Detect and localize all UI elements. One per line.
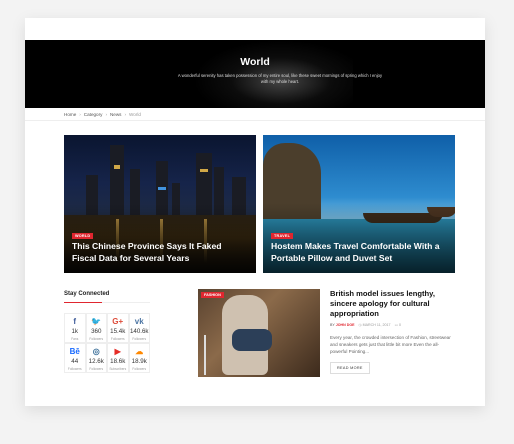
social-count-label: Followers (110, 337, 125, 341)
post-meta: BY JOHN DOE ◷ MARCH 11, 2017 ▭ 0 (330, 323, 454, 327)
social-count-label: Subscribers (109, 367, 127, 371)
social-count: 44 (71, 358, 79, 365)
social-counter-behance[interactable]: Bē 44 Followers (64, 343, 86, 373)
breadcrumb-news[interactable]: News (110, 112, 122, 117)
page-title: World (240, 56, 270, 68)
by-label: BY (330, 323, 335, 327)
comment-icon: ▭ (394, 323, 398, 327)
category-badge[interactable]: FASHION (201, 292, 224, 298)
post-title[interactable]: This Chinese Province Says It Faked Fisc… (72, 241, 248, 264)
social-count: 140.6k (129, 328, 149, 335)
social-count-label: Followers (132, 337, 147, 341)
divider (25, 120, 485, 121)
post-thumbnail[interactable]: FASHION (198, 289, 320, 377)
post-title[interactable]: Hostem Makes Travel Comfortable With a P… (271, 241, 447, 264)
breadcrumb-category[interactable]: Category (84, 112, 103, 117)
featured-post-1[interactable]: WORLD This Chinese Province Says It Fake… (64, 135, 256, 273)
social-counter-youtube[interactable]: ▶ 18.6k Subscribers (107, 343, 129, 373)
post-title[interactable]: British model issues lengthy, sincere ap… (330, 289, 454, 319)
youtube-icon: ▶ (114, 347, 121, 356)
social-count: 12.6k (88, 358, 104, 365)
stay-connected-widget: Stay Connected f 1k Fans 🐦 360 Followers G+ 15.… (64, 291, 150, 373)
social-count: 18.9k (131, 358, 147, 365)
comment-count[interactable]: 0 (399, 323, 401, 327)
post-excerpt: Every year, the crowded intersection of … (330, 335, 451, 354)
widget-title: Stay Connected (64, 291, 150, 303)
social-counter-vk[interactable]: vk 140.6k Followers (128, 313, 150, 343)
category-description: A wonderful serenity has taken possessio… (177, 73, 383, 84)
social-count-label: Fans (71, 337, 79, 341)
social-count: 15.4k (110, 328, 126, 335)
social-count-label: Followers (67, 367, 82, 371)
breadcrumb-current: World (129, 112, 141, 117)
social-count: 360 (91, 328, 102, 335)
vk-icon: vk (134, 317, 144, 326)
breadcrumb-separator-icon: › (105, 112, 107, 117)
category-badge[interactable]: TRAVEL (271, 233, 294, 239)
social-count-label: Followers (89, 337, 104, 341)
social-count: 18.6k (110, 358, 126, 365)
category-hero: World A wonderful serenity has taken pos… (25, 40, 485, 108)
instagram-icon: ◎ (92, 347, 100, 356)
social-counter-instagram[interactable]: ◎ 12.6k Followers (85, 343, 107, 373)
social-counter-facebook[interactable]: f 1k Fans (64, 313, 86, 343)
post-excerpt-block: British model issues lengthy, sincere ap… (330, 289, 454, 374)
read-more-button[interactable]: READ MORE (330, 362, 370, 374)
social-count-label: Followers (89, 367, 104, 371)
googleplus-icon: G+ (112, 317, 124, 326)
breadcrumb: Home › Category › News › World (64, 112, 141, 117)
clock-icon: ◷ (358, 323, 362, 327)
breadcrumb-home[interactable]: Home (64, 112, 76, 117)
social-counter-soundcloud[interactable]: ☁ 18.9k Followers (128, 343, 150, 373)
breadcrumb-separator-icon: › (79, 112, 81, 117)
twitter-icon: 🐦 (91, 317, 102, 326)
soundcloud-icon: ☁ (135, 347, 144, 356)
social-counter-grid: f 1k Fans 🐦 360 Followers G+ 15.4k Followers vk 14… (64, 313, 150, 373)
post-date: MARCH 11, 2017 (362, 323, 391, 327)
facebook-icon: f (73, 317, 77, 326)
featured-post-2[interactable]: TRAVEL Hostem Makes Travel Comfortable W… (263, 135, 455, 273)
social-count-label: Followers (132, 367, 147, 371)
social-counter-googleplus[interactable]: G+ 15.4k Followers (107, 313, 129, 343)
category-badge[interactable]: WORLD (72, 233, 94, 239)
behance-icon: Bē (69, 347, 80, 356)
social-counter-twitter[interactable]: 🐦 360 Followers (85, 313, 107, 343)
breadcrumb-separator-icon: › (124, 112, 126, 117)
social-count: 1k (71, 328, 79, 335)
author-link[interactable]: JOHN DOE (336, 323, 355, 327)
